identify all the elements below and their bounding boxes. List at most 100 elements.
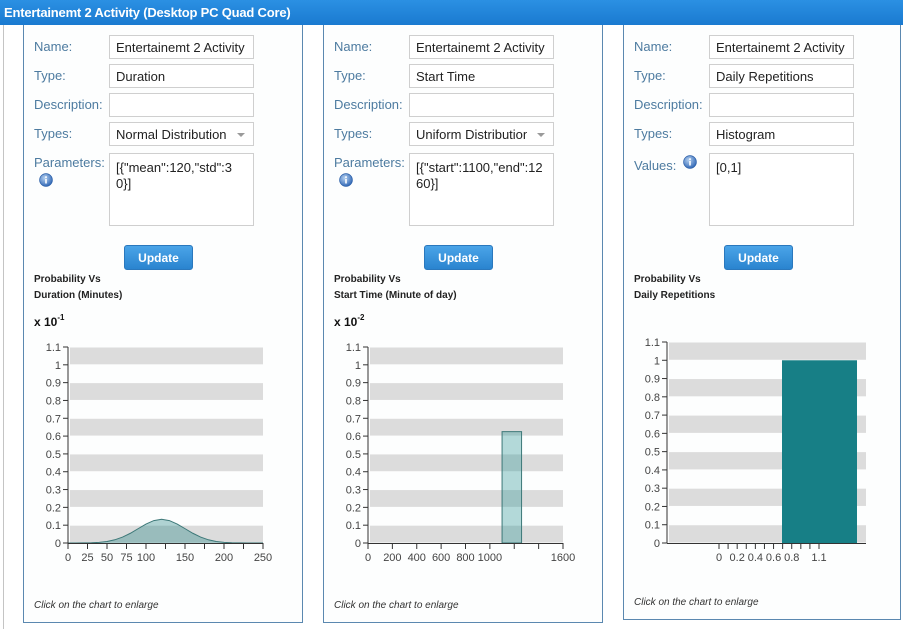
probability-chart[interactable]: 00.10.20.30.40.50.60.70.80.911.10 0.2 0.4 0… <box>624 330 899 580</box>
x-tick-label: 400 <box>408 552 426 564</box>
y-tick-label: 0.1 <box>346 520 361 532</box>
multiplier-base: x 10 <box>334 315 358 329</box>
info-icon[interactable] <box>683 155 697 169</box>
chart-title-line1: Probability Vs <box>34 274 101 285</box>
histogram-bar <box>501 431 523 544</box>
y-tick-label: 0.3 <box>346 485 361 497</box>
type-input[interactable] <box>109 64 254 88</box>
grid-bands <box>70 347 263 543</box>
y-tick-label: 1 <box>355 360 361 372</box>
description-input[interactable] <box>709 93 854 117</box>
window-title-bar: Entertainemt 2 Activity (Desktop PC Quad… <box>0 0 903 25</box>
y-tick-label: 0.4 <box>46 467 61 479</box>
y-tick-label: 0.1 <box>645 520 660 532</box>
data-marks <box>782 360 857 543</box>
x-tick-label: 150 <box>176 552 194 564</box>
probability-chart[interactable]: 0 0.1 0.2 0.3 0.4 0.5 0.6 0.7 0.8 0.9 1 1.1 0 200 400 6… <box>324 330 601 580</box>
y-tick-label: 1.1 <box>346 342 361 354</box>
update-button[interactable]: Update <box>124 245 193 270</box>
chart-title-line2: Daily Repetitions <box>634 290 716 301</box>
y-tick-label: 0.6 <box>346 431 361 443</box>
update-button[interactable]: Update <box>424 245 493 270</box>
y-tick-label: 0.3 <box>645 483 660 495</box>
x-tick-label: 25 <box>81 552 93 564</box>
y-tick-label: 1.1 <box>46 342 61 354</box>
y-tick-label: 0.9 <box>645 374 660 386</box>
y-tick-label: 0 <box>355 538 361 550</box>
probability-chart[interactable]: 0 0.1 0.2 0.3 0.4 0.5 0.6 0.7 0.8 0.9 1 1.1 0 25 50 75 1… <box>24 330 301 580</box>
name-input[interactable] <box>409 35 554 59</box>
description-input[interactable] <box>409 93 554 117</box>
update-button[interactable]: Update <box>724 245 793 270</box>
values-label: Values: <box>634 158 677 173</box>
grid-band <box>370 454 563 472</box>
y-tick-label: 1 <box>55 360 61 372</box>
left-divider <box>3 25 4 629</box>
description-label: Description: <box>34 97 103 112</box>
chart-scale-multiplier: x 10-1 <box>34 312 64 329</box>
y-tick-label: 0.4 <box>346 467 361 479</box>
name-input[interactable] <box>109 35 254 59</box>
x-tick-label: 200 <box>383 552 401 564</box>
duration-panel: Name: Type: Description: Types: Normal D… <box>23 0 303 623</box>
y-tick-label: 0.5 <box>46 449 61 461</box>
description-label: Description: <box>334 97 403 112</box>
y-tick-label: 1 <box>654 355 660 367</box>
distribution-type-dropdown[interactable]: Uniform Distribution <box>409 122 554 146</box>
chevron-down-icon <box>537 133 545 137</box>
chart-title-line1: Probability Vs <box>634 274 701 285</box>
parameters-textarea[interactable]: [{"start":1100,"end":1260}] <box>409 153 554 226</box>
x-tick-label: 0.4 <box>748 552 763 564</box>
parameters-textarea[interactable]: [{"mean":120,"std":30}] <box>109 153 254 226</box>
grid-band <box>370 490 563 507</box>
values-textarea[interactable]: [0,1] <box>709 153 854 226</box>
y-tick-label: 0.1 <box>46 520 61 532</box>
x-tick-label: 50 <box>101 552 113 564</box>
description-input[interactable] <box>109 93 254 117</box>
type-label: Type: <box>634 68 666 83</box>
daily-repetitions-panel: Name: Type: Description: Types: Histogra… <box>623 0 901 620</box>
start-time-panel: Name: Type: Description: Types: Uniform … <box>323 0 603 623</box>
x-tick-label: 1.1 <box>811 552 826 564</box>
type-input[interactable] <box>709 64 854 88</box>
chart-title-line2: Duration (Minutes) <box>34 290 123 301</box>
description-label: Description: <box>634 97 703 112</box>
y-tick-label: 0.8 <box>46 395 61 407</box>
name-label: Name: <box>334 39 373 54</box>
grid-band <box>370 525 563 543</box>
grid-bands <box>370 347 563 543</box>
chevron-down-icon <box>237 133 245 137</box>
multiplier-exponent: -1 <box>57 313 65 322</box>
grid-band <box>70 454 263 472</box>
types-label: Types: <box>34 126 73 141</box>
dropdown-selected-value: Normal Distribution <box>116 127 227 142</box>
y-tick-label: 0 <box>654 538 660 550</box>
name-input[interactable] <box>709 35 854 59</box>
dropdown-selected-value: Uniform Distribution <box>416 127 527 142</box>
y-tick-label: 0 <box>55 538 61 550</box>
chart-scale-multiplier: x 10-2 <box>334 312 364 329</box>
y-tick-label: 0.2 <box>645 501 660 513</box>
distribution-type-dropdown[interactable]: Normal Distribution <box>109 122 254 146</box>
x-tick-label: 250 <box>254 552 272 564</box>
distribution-type-field[interactable]: Histogram <box>709 122 854 146</box>
y-tick-label: 0.9 <box>346 378 361 390</box>
data-marks <box>501 431 523 544</box>
x-tick-label: 1000 <box>478 552 502 564</box>
y-tick-label: 0.4 <box>645 465 660 477</box>
distribution-type-value: Histogram <box>716 127 776 142</box>
x-tick-label: 0 <box>716 552 722 564</box>
y-tick-label: 0.2 <box>46 502 61 514</box>
grid-band <box>370 347 563 365</box>
type-label: Type: <box>334 68 366 83</box>
y-tick-label: 0.2 <box>346 502 361 514</box>
chart-title-line1: Probability Vs <box>334 274 401 285</box>
x-tick-label: 0.8 <box>784 552 799 564</box>
info-icon[interactable] <box>339 173 353 187</box>
name-label: Name: <box>634 39 673 54</box>
grid-band <box>370 383 563 400</box>
info-icon[interactable] <box>39 173 53 187</box>
y-tick-label: 0.6 <box>46 431 61 443</box>
type-input[interactable] <box>409 64 554 88</box>
y-tick-label: 1.1 <box>645 337 660 349</box>
